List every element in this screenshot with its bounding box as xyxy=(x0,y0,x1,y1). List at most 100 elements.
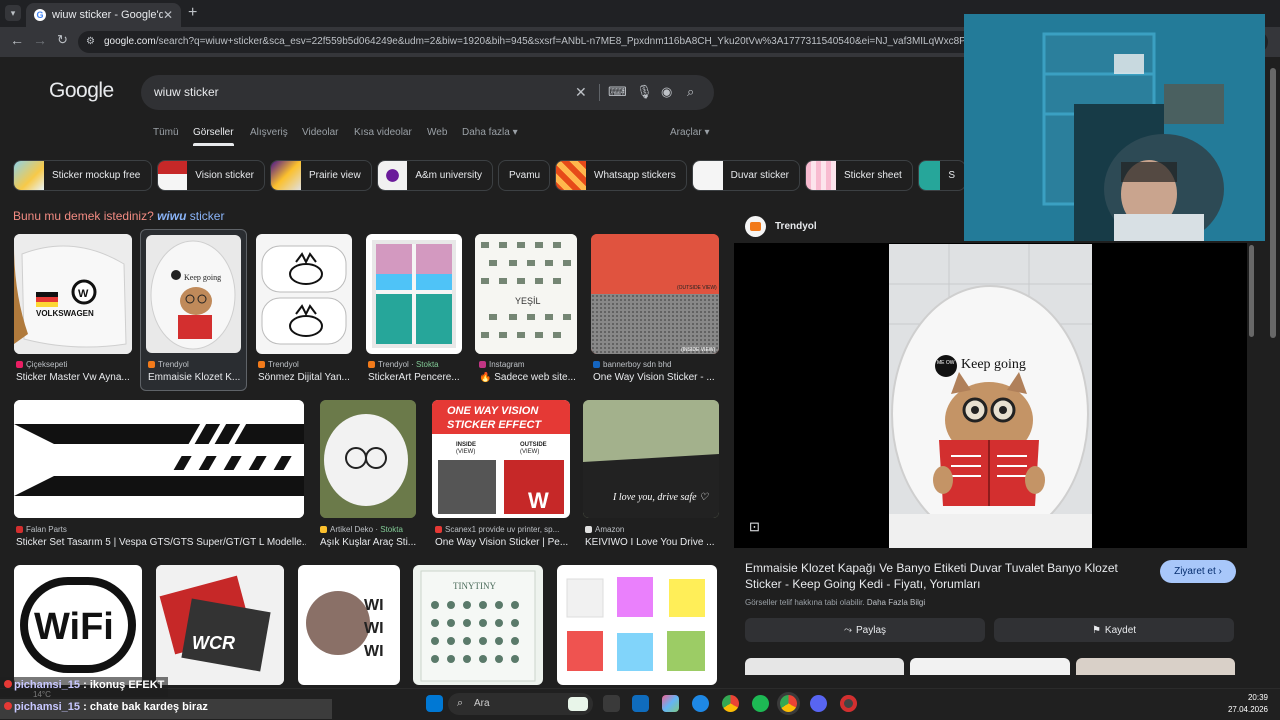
result-title[interactable]: StickerArt Pencere... xyxy=(368,372,462,383)
panel-scrollbar[interactable] xyxy=(1249,245,1254,337)
result-image-tinytiny[interactable]: TINYTINY xyxy=(413,565,543,685)
chip-prairie-view[interactable]: Prairie view xyxy=(270,160,372,191)
result-image-wcr[interactable]: WCR xyxy=(156,565,284,685)
active-tab-indicator xyxy=(193,143,234,146)
suggestion-bold[interactable]: wiwu xyxy=(157,209,186,223)
task-view-icon[interactable] xyxy=(603,695,620,712)
result-title[interactable]: Sticker Master Vw Ayna... xyxy=(16,372,136,383)
obs-icon[interactable] xyxy=(840,695,857,712)
chrome-active-icon[interactable] xyxy=(780,695,797,712)
tab-shopping[interactable]: Alışveriş xyxy=(250,127,288,138)
chip-whatsapp-stickers[interactable]: Whatsapp stickers xyxy=(555,160,687,191)
outlook-icon[interactable] xyxy=(632,695,649,712)
result-title[interactable]: Aşık Kuşlar Araç Sti... xyxy=(320,537,420,548)
inside-label: INSIDE xyxy=(456,442,476,448)
clear-search-icon[interactable]: ✕ xyxy=(575,84,587,101)
result-image-yesil[interactable]: YEŞİL xyxy=(475,234,577,354)
chip-pvamu[interactable]: Pvamu xyxy=(498,160,550,191)
wi-text-2: WI xyxy=(364,620,384,637)
search-icon[interactable]: ⌕ xyxy=(687,84,694,100)
microphone-icon[interactable]: 🎙 xyxy=(636,84,653,100)
panel-title[interactable]: Emmaisie Klozet Kapağı Ve Banyo Etiketi … xyxy=(745,560,1145,592)
result-image-wi[interactable]: WI WI WI xyxy=(298,565,400,685)
result-title[interactable]: One Way Vision Sticker - ... xyxy=(593,372,719,383)
chip-sticker-sheet[interactable]: Sticker sheet xyxy=(805,160,913,191)
svg-text:W: W xyxy=(78,288,89,300)
tab-all[interactable]: Tümü xyxy=(153,127,179,138)
panel-preview-image[interactable]: ME OW Keep going xyxy=(889,244,1092,548)
copilot-icon[interactable] xyxy=(568,697,588,711)
browser-tab[interactable]: G wiuw sticker - Google'da Ara ✕ xyxy=(26,3,181,27)
forward-icon[interactable]: → xyxy=(33,32,47,48)
new-tab-icon[interactable]: + xyxy=(188,4,197,22)
chip-more[interactable]: S xyxy=(918,160,966,191)
keyboard-icon[interactable]: ⌨ xyxy=(608,84,627,100)
tab-search-button[interactable]: ▾ xyxy=(5,5,21,21)
tab-web[interactable]: Web xyxy=(427,127,447,138)
result-image-drive-safe[interactable]: I love you, drive safe ♡ xyxy=(583,400,719,518)
result-image-one-way[interactable]: (OUTSIDE VIEW) (INSIDE VIEW) xyxy=(591,234,719,354)
back-icon[interactable]: ← xyxy=(10,32,24,48)
result-source: bannerboy sdn bhd xyxy=(593,360,719,369)
tools-button[interactable]: Araçlar ▾ xyxy=(670,127,709,138)
trendyol-source-icon xyxy=(745,216,766,237)
result-image-birds[interactable] xyxy=(320,400,416,518)
chip-am-university[interactable]: A&m university xyxy=(377,160,493,191)
result-image-one-way-effect[interactable]: ONE WAY VISION STICKER EFFECT INSIDE (VI… xyxy=(432,400,570,518)
tab-images[interactable]: Görseller xyxy=(193,127,234,138)
suggestion-rest[interactable]: sticker xyxy=(190,209,225,223)
system-clock[interactable]: 20:39 27.04.2026 xyxy=(1228,692,1268,716)
search-box[interactable]: wiuw sticker ✕ ⌨ 🎙 ◉ ⌕ xyxy=(141,75,714,110)
panel-source-name[interactable]: Trendyol xyxy=(775,221,817,232)
result-image-stripes[interactable] xyxy=(14,400,304,518)
visit-button[interactable]: Ziyaret et › xyxy=(1160,560,1236,583)
result-title[interactable]: Sticker Set Tasarım 5 | Vespa GTS/GTS Su… xyxy=(16,537,306,548)
tab-close-icon[interactable]: ✕ xyxy=(163,8,173,22)
tab-short-videos[interactable]: Kısa videolar xyxy=(354,127,412,138)
result-image-sticky-notes[interactable] xyxy=(557,565,717,685)
wi-text-1: WI xyxy=(364,597,384,614)
result-title[interactable]: Emmaisie Klozet K... xyxy=(148,372,242,383)
result-title[interactable]: Sönmez Dijital Yan... xyxy=(258,372,352,383)
result-image-wifi[interactable]: WiFi xyxy=(14,565,142,685)
result-title[interactable]: 🔥 Sadece web site... xyxy=(479,372,577,383)
share-button[interactable]: ⤳ Paylaş xyxy=(745,618,985,642)
save-button[interactable]: ⚑ Kaydet xyxy=(994,618,1234,642)
tab-more[interactable]: Daha fazla ▾ xyxy=(462,127,518,138)
reload-icon[interactable]: ↻ xyxy=(57,32,68,48)
related-image[interactable] xyxy=(745,658,904,675)
result-image-window[interactable] xyxy=(366,234,462,354)
result-title[interactable]: One Way Vision Sticker | Pe... xyxy=(435,537,570,548)
site-info-icon[interactable]: ⚙ xyxy=(86,36,95,47)
source-favicon-icon xyxy=(16,526,23,533)
spotify-icon[interactable] xyxy=(752,695,769,712)
keep-going-thumb-text: Keep going xyxy=(184,273,221,282)
tab-videos[interactable]: Videolar xyxy=(302,127,339,138)
meow-text: ME OW xyxy=(937,360,955,366)
google-logo[interactable]: Google xyxy=(49,79,114,103)
source-favicon-icon xyxy=(148,361,155,368)
more-info-link[interactable]: Daha Fazla Bilgi xyxy=(867,598,925,607)
copilot-app-icon[interactable] xyxy=(662,695,679,712)
related-image[interactable] xyxy=(1076,658,1235,675)
discord-icon[interactable] xyxy=(810,695,827,712)
result-image-hello-kitty[interactable] xyxy=(256,234,352,354)
related-image[interactable] xyxy=(910,658,1070,675)
result-title[interactable]: KEIVIWO I Love You Drive ... xyxy=(585,537,719,548)
chat-message: pichamsi_15 : chate bak kardeş biraz xyxy=(0,699,332,719)
edge-icon[interactable] xyxy=(692,695,709,712)
source-favicon-icon xyxy=(479,361,486,368)
windows-start-icon[interactable] xyxy=(426,695,443,712)
chip-sticker-mockup[interactable]: Sticker mockup free xyxy=(13,160,152,191)
result-image-vw[interactable]: W VOLKSWAGEN xyxy=(14,234,132,354)
search-input[interactable]: wiuw sticker xyxy=(154,85,219,99)
chip-vision-sticker[interactable]: Vision sticker xyxy=(157,160,265,191)
chip-duvar-sticker[interactable]: Duvar sticker xyxy=(692,160,800,191)
one-way-title-2: STICKER EFFECT xyxy=(447,419,542,431)
tinytiny-text: TINYTINY xyxy=(453,581,496,591)
lens-icon[interactable]: ◉ xyxy=(661,84,672,100)
chrome-icon[interactable] xyxy=(722,695,739,712)
lens-search-icon[interactable]: ⊡ xyxy=(749,519,760,535)
did-you-mean[interactable]: Bunu mu demek istediniz? wiwu sticker xyxy=(13,209,224,223)
page-scrollbar-thumb[interactable] xyxy=(1270,68,1276,338)
